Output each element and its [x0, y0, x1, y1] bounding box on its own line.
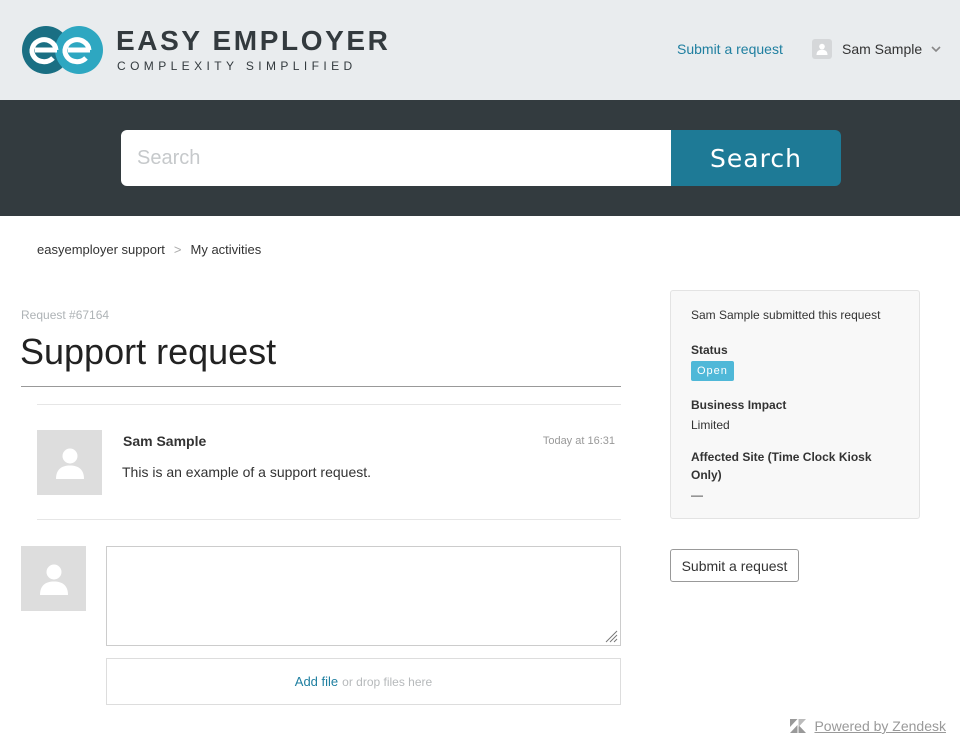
reply-avatar [21, 546, 86, 611]
comment: Sam Sample Today at 16:31 This is an exa… [37, 404, 621, 520]
field-value: Limited [691, 418, 730, 432]
chevron-down-icon[interactable] [931, 45, 941, 53]
submit-request-button[interactable]: Submit a request [670, 549, 799, 582]
zendesk-icon [790, 719, 807, 733]
comment-timestamp: Today at 16:31 [542, 435, 615, 447]
user-icon [816, 43, 828, 55]
status-badge: Open [691, 361, 734, 381]
submitted-by: Sam Sample submitted this request [691, 308, 881, 322]
breadcrumb-item-support[interactable]: easyemployer support [37, 242, 165, 257]
logo-mark-icon [22, 26, 103, 74]
comment-author: Sam Sample [123, 433, 207, 449]
brand-tagline: COMPLEXITY SIMPLIFIED [117, 59, 357, 73]
breadcrumb: easyemployer support > My activities [37, 242, 261, 257]
request-details-panel: Sam Sample submitted this request Status… [670, 290, 920, 519]
header-submit-request-link[interactable]: Submit a request [677, 41, 783, 57]
add-file-link[interactable]: Add file [295, 674, 338, 689]
field-business-impact: Business Impact Limited [691, 396, 899, 432]
site-header: EASY EMPLOYER COMPLEXITY SIMPLIFIED Subm… [0, 0, 960, 100]
comment-avatar [37, 430, 102, 495]
page-title: Support request [20, 331, 277, 372]
request-id: Request #67164 [21, 308, 110, 322]
brand-name: EASY EMPLOYER [116, 25, 391, 56]
user-menu[interactable]: Sam Sample [812, 38, 941, 60]
field-label: Status [691, 343, 728, 357]
user-avatar[interactable] [812, 39, 832, 59]
field-label: Affected Site (Time Clock Kiosk Only) [691, 450, 872, 482]
user-icon [39, 564, 68, 595]
powered-by: Powered by Zendesk [790, 718, 946, 734]
search-input[interactable] [121, 130, 671, 186]
search-button[interactable]: Search [671, 130, 841, 186]
field-value: — [691, 488, 703, 502]
field-affected-site: Affected Site (Time Clock Kiosk Only) — [691, 448, 899, 502]
reply-textarea[interactable] [106, 546, 621, 646]
powered-by-zendesk-link[interactable]: Powered by Zendesk [814, 718, 946, 734]
breadcrumb-separator: > [173, 242, 182, 257]
title-divider [21, 386, 621, 387]
user-name[interactable]: Sam Sample [842, 41, 922, 57]
file-dropzone[interactable]: Add file or drop files here [106, 658, 621, 705]
resize-grip-icon[interactable] [604, 629, 618, 643]
drop-files-text: or drop files here [342, 674, 433, 689]
field-status: Status Open [691, 341, 899, 381]
comment-body: This is an example of a support request. [122, 464, 372, 480]
field-label: Business Impact [691, 398, 787, 412]
brand-logo[interactable]: EASY EMPLOYER COMPLEXITY SIMPLIFIED [22, 26, 422, 76]
breadcrumb-item-activities[interactable]: My activities [191, 242, 262, 257]
user-icon [55, 448, 84, 479]
